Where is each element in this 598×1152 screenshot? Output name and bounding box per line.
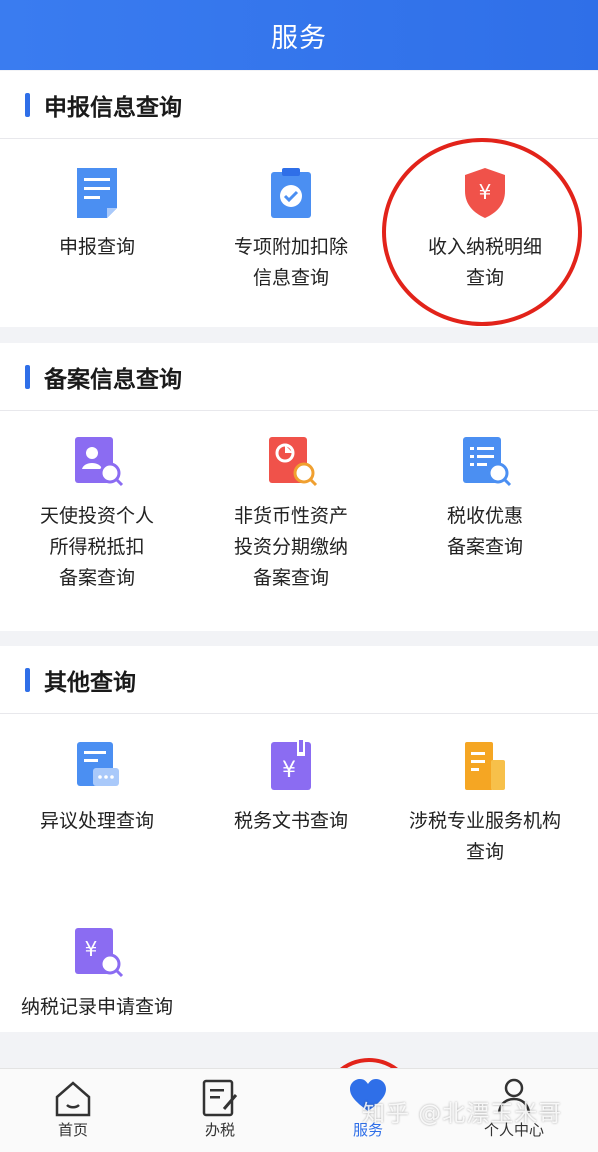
section-filing-query: 备案信息查询 天使投资个人 所得税抵扣 备案查询 非货币性资产 投资分期缴纳 备…: [0, 343, 598, 631]
svg-text:¥: ¥: [85, 937, 98, 961]
clipboard-check-icon: [267, 166, 315, 220]
document-icon: [73, 166, 121, 220]
section-accent-bar: [25, 364, 30, 389]
person-search-icon: [73, 435, 124, 489]
home-icon: [23, 1069, 123, 1117]
item-objection-query[interactable]: 异议处理查询: [0, 740, 194, 837]
section-title: 备案信息查询: [44, 366, 182, 393]
item-label: 异议处理查询: [39, 810, 154, 832]
yuan-book-icon: ¥: [267, 740, 315, 794]
section-accent-bar: [25, 92, 30, 117]
tab-home[interactable]: 首页: [23, 1069, 123, 1140]
section-title: 申报信息查询: [44, 94, 182, 121]
section-header: 其他查询: [0, 646, 598, 714]
item-label: 非货币性资产 投资分期缴纳 备案查询: [233, 505, 348, 589]
section-title: 其他查询: [44, 669, 136, 696]
top-bar: 服务: [0, 0, 598, 70]
item-label: 专项附加扣除 信息查询: [233, 236, 348, 289]
tab-label: 首页: [57, 1121, 88, 1139]
tab-tax[interactable]: 办税: [170, 1069, 270, 1140]
highlight-circle-income-tax: [382, 138, 582, 326]
chart-search-icon: [267, 435, 318, 489]
svg-text:¥: ¥: [282, 758, 296, 783]
yuan-search-icon: ¥: [73, 926, 124, 980]
item-angel-investor-query[interactable]: 天使投资个人 所得税抵扣 备案查询: [0, 435, 194, 594]
item-label: 税务文书查询: [233, 810, 348, 832]
item-special-deduction-query[interactable]: 专项附加扣除 信息查询: [194, 166, 388, 294]
section-other-query: 其他查询 异议处理查询 ¥ 税务文书查询 涉税专业服务机构 查询 ¥ 纳税记录申…: [0, 646, 598, 1032]
item-tax-agency-query[interactable]: 涉税专业服务机构 查询: [388, 740, 582, 868]
section-accent-bar: [25, 667, 30, 692]
item-label: 天使投资个人 所得税抵扣 备案查询: [39, 505, 154, 589]
tab-label: 办税: [204, 1121, 235, 1139]
page-title: 服务: [271, 22, 327, 54]
section-header: 备案信息查询: [0, 343, 598, 411]
item-tax-preference-query[interactable]: 税收优惠 备案查询: [388, 435, 582, 563]
item-label: 申报查询: [58, 236, 135, 258]
edit-doc-icon: [170, 1069, 270, 1117]
item-tax-record-query[interactable]: ¥ 纳税记录申请查询: [0, 926, 194, 1023]
building-icon: [461, 740, 509, 794]
message-doc-icon: [73, 740, 121, 794]
item-label: 税收优惠 备案查询: [446, 505, 523, 558]
item-label: 纳税记录申请查询: [20, 996, 173, 1018]
item-non-monetary-asset-query[interactable]: 非货币性资产 投资分期缴纳 备案查询: [194, 435, 388, 594]
item-tax-document-query[interactable]: ¥ 税务文书查询: [194, 740, 388, 837]
item-declaration-query[interactable]: 申报查询: [0, 166, 194, 263]
watermark-text: 知乎 @北漂玉米哥: [362, 1101, 563, 1127]
list-search-icon: [461, 435, 512, 489]
section-header: 申报信息查询: [0, 71, 598, 139]
item-label: 涉税专业服务机构 查询: [408, 810, 561, 863]
